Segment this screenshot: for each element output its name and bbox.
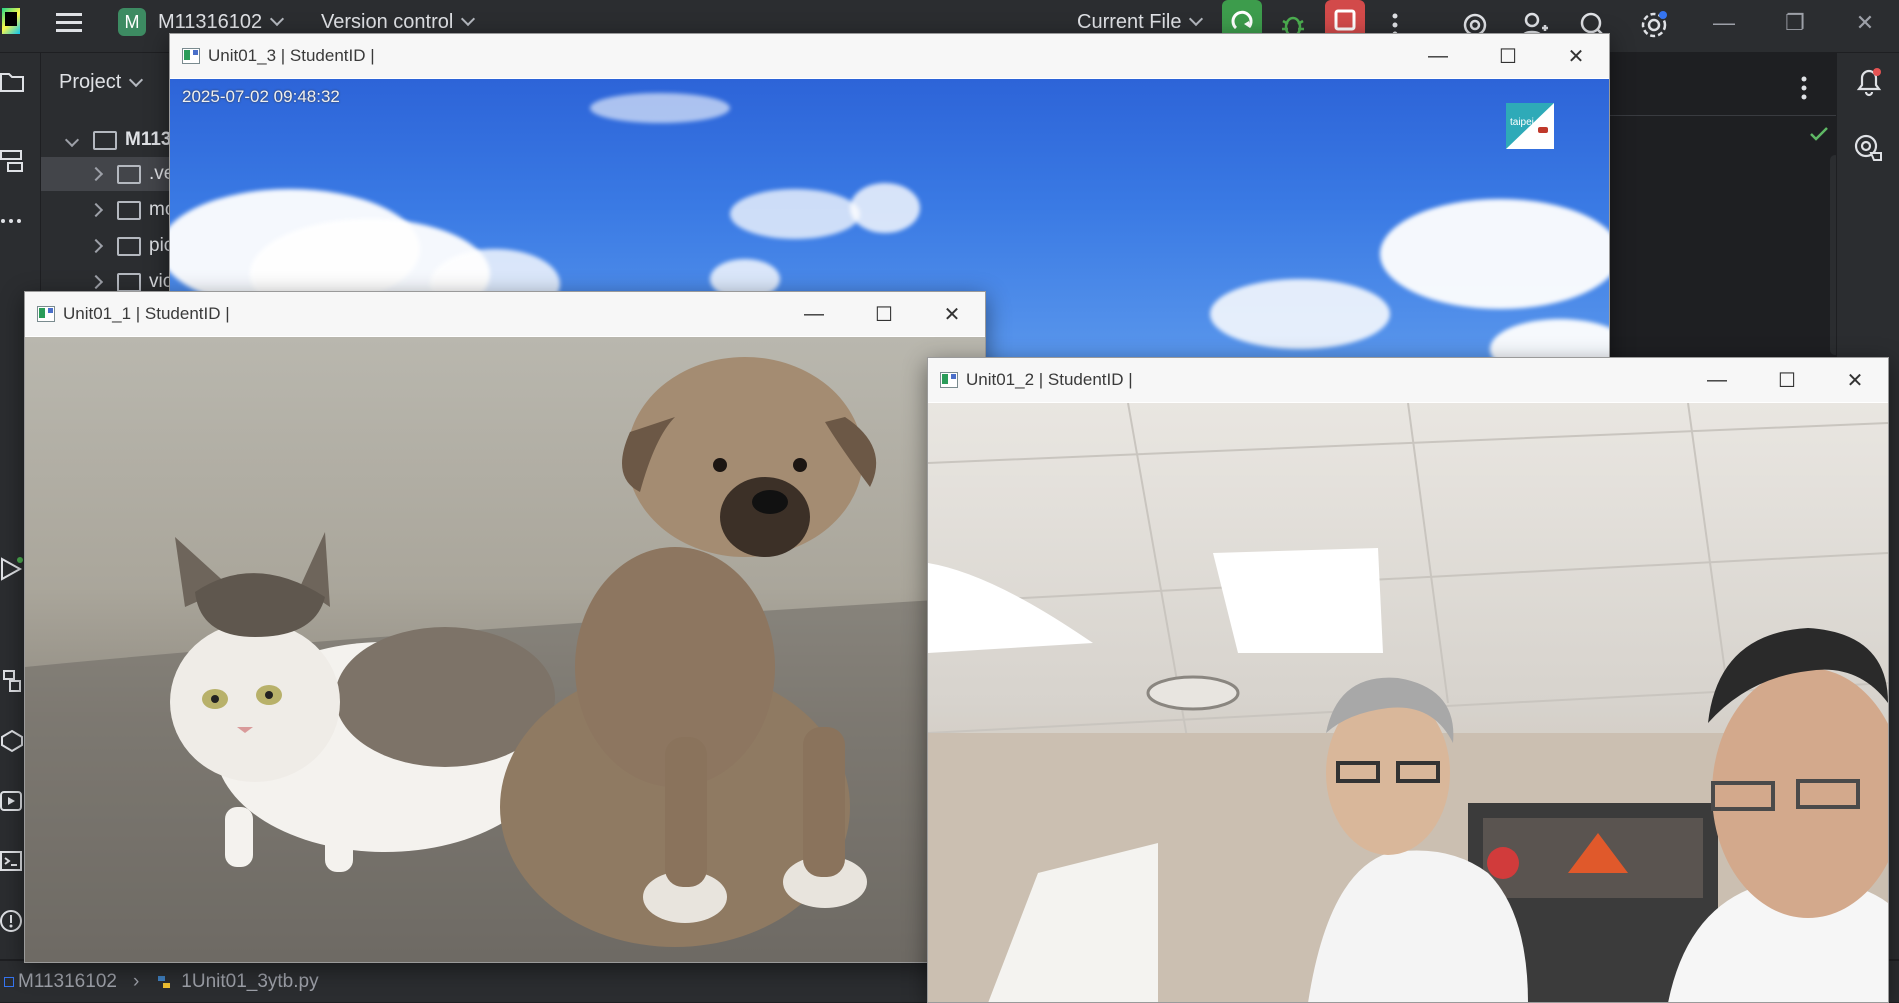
window-title-bar[interactable]: Unit01_3 | StudentID | xyxy=(170,34,1609,78)
folder-icon[interactable] xyxy=(0,69,24,93)
logo-text: taipei xyxy=(1510,117,1534,128)
project-panel-header[interactable]: Project xyxy=(59,71,144,94)
python-console-icon[interactable] xyxy=(0,669,24,693)
run-tool-icon[interactable] xyxy=(0,557,24,581)
webcam-frame xyxy=(928,403,1888,1002)
window-title-bar[interactable]: Unit01_1 | StudentID | xyxy=(25,292,985,336)
cloud xyxy=(1380,199,1609,309)
gear-icon xyxy=(1641,11,1667,38)
chevron-right-icon xyxy=(88,238,104,254)
vcs-label: Version control xyxy=(321,10,454,33)
opencv-window-icon xyxy=(182,48,200,64)
chevron-right-icon xyxy=(88,274,104,290)
minimize-ide-button[interactable]: — xyxy=(1704,8,1744,38)
notifications-bell-icon[interactable] xyxy=(1855,67,1883,97)
video-timestamp: 2025-07-02 09:48:32 xyxy=(182,87,340,106)
breadcrumb-file[interactable]: 1Unit01_3ytb.py xyxy=(181,971,318,993)
window-title: Unit01_3 | StudentID | xyxy=(208,46,375,65)
close-ide-button[interactable]: ✕ xyxy=(1845,8,1885,38)
project-name: M11316102 xyxy=(158,10,263,33)
minimize-button[interactable]: — xyxy=(1415,34,1461,78)
more-tools-icon[interactable] xyxy=(0,209,24,233)
folder-icon xyxy=(117,236,141,256)
window-title: Unit01_1 | StudentID | xyxy=(63,304,230,323)
folder-icon xyxy=(117,164,141,184)
image-cat-and-dog xyxy=(25,337,985,962)
divider xyxy=(1585,115,1837,116)
close-button[interactable]: ✕ xyxy=(1832,358,1878,402)
chevron-down-icon xyxy=(461,11,476,27)
webcam-photo xyxy=(928,403,1888,1002)
maximize-button[interactable]: ☐ xyxy=(861,292,907,336)
terminal-icon[interactable] xyxy=(0,849,24,873)
cloud xyxy=(850,183,920,233)
maximize-button[interactable]: ☐ xyxy=(1764,358,1810,402)
project-badge: M xyxy=(118,8,146,36)
problems-icon[interactable] xyxy=(0,909,24,933)
window-title-bar[interactable]: Unit01_2 | StudentID | xyxy=(928,358,1888,402)
minimize-button[interactable]: — xyxy=(1694,358,1740,402)
main-menu-icon[interactable] xyxy=(56,0,82,48)
cat xyxy=(170,532,555,872)
module-icon xyxy=(4,976,14,987)
services-icon[interactable] xyxy=(0,789,24,813)
chevron-down-icon xyxy=(129,72,144,87)
more-vertical-icon[interactable] xyxy=(1799,75,1809,101)
taipei-logo: taipei xyxy=(1506,103,1554,149)
opencv-window-icon xyxy=(37,306,55,322)
folder-icon xyxy=(93,130,117,150)
pycharm-logo-icon xyxy=(2,8,20,34)
run-config-label: Current File xyxy=(1077,10,1182,33)
cat-dog-photo xyxy=(25,357,985,962)
folder-icon xyxy=(117,272,141,292)
python-file-icon xyxy=(158,975,171,988)
breadcrumb-project[interactable]: M11316102 xyxy=(18,971,117,993)
window-unit01-2[interactable]: Unit01_2 | StudentID | — ☐ ✕ xyxy=(927,357,1889,1003)
folder-icon xyxy=(117,200,141,220)
close-button[interactable]: ✕ xyxy=(929,292,975,336)
minimize-button[interactable]: — xyxy=(791,292,837,336)
cloud xyxy=(590,93,730,123)
chevron-down-icon xyxy=(270,11,285,27)
chevron-down-icon xyxy=(64,132,80,148)
window-unit01-1[interactable]: Unit01_1 | StudentID | — ☐ ✕ xyxy=(24,291,986,963)
settings-button[interactable] xyxy=(1637,8,1671,42)
cloud xyxy=(1210,279,1390,349)
window-title: Unit01_2 | StudentID | xyxy=(966,370,1133,389)
close-button[interactable]: ✕ xyxy=(1553,34,1599,78)
restore-ide-button[interactable]: ❐ xyxy=(1775,8,1815,38)
chevron-down-icon xyxy=(1189,11,1204,27)
ai-chat-icon[interactable] xyxy=(1853,133,1883,161)
panel-title: Project xyxy=(59,71,122,93)
tree-item-label: M113 xyxy=(125,129,172,150)
maximize-button[interactable]: ☐ xyxy=(1485,34,1531,78)
opencv-window-icon xyxy=(940,372,958,388)
structure-icon[interactable] xyxy=(0,149,24,173)
cloud xyxy=(730,189,860,239)
check-icon xyxy=(1810,127,1828,141)
chevron-right-icon xyxy=(88,202,104,218)
chevron-right-icon xyxy=(88,166,104,182)
breadcrumb-separator-icon: › xyxy=(132,970,140,992)
python-packages-icon[interactable] xyxy=(0,729,24,753)
